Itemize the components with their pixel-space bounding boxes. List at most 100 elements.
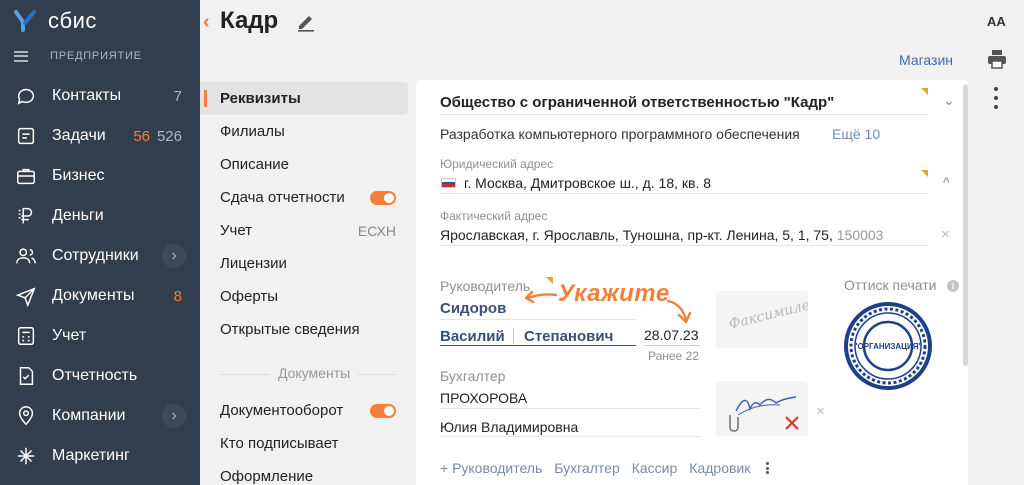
section-reporting[interactable]: Сдача отчетности <box>200 181 410 214</box>
director-patronymic[interactable]: Степанович <box>524 328 613 345</box>
more-dots-icon[interactable] <box>766 462 770 474</box>
field-corner-mark <box>546 277 553 284</box>
nav-label: Компании <box>52 407 126 424</box>
nav-item-business[interactable]: Бизнес <box>0 156 200 196</box>
info-icon[interactable]: i <box>947 280 959 292</box>
section-label: Реквизиты <box>220 90 301 107</box>
section-open-data[interactable]: Открытые сведения <box>200 313 410 346</box>
nav-item-accounting[interactable]: Учет <box>0 316 200 356</box>
location-icon <box>14 404 38 428</box>
people-icon <box>14 244 38 268</box>
director-firstname[interactable]: Василий <box>440 328 505 345</box>
arrow-down-icon <box>666 299 692 324</box>
stamp-image[interactable]: "ОРГАНИЗАЦИЯ" <box>843 301 933 391</box>
section-label: Документооборот <box>220 402 344 419</box>
back-button[interactable]: ‹ <box>203 11 210 34</box>
director-surname[interactable]: Сидоров <box>440 300 506 317</box>
stamp-text: "ОРГАНИЗАЦИЯ" <box>854 342 923 351</box>
edo-toggle[interactable] <box>370 403 396 418</box>
facsimile-placeholder[interactable]: Факсимиле <box>716 291 808 348</box>
org-switcher[interactable]: ПРЕДПРИЯТИЕ <box>14 50 142 62</box>
more-activities-link[interactable]: Ещё 10 <box>832 126 880 142</box>
logo[interactable]: сбис <box>12 8 97 34</box>
nav-label: Контакты <box>52 87 122 104</box>
nav-item-money[interactable]: Деньги <box>0 196 200 236</box>
nav-item-documents[interactable]: Документы 8 <box>0 276 200 316</box>
date-value[interactable]: 28.07.23 <box>644 327 699 343</box>
add-signers-links: + Руководитель Бухгалтер Кассир Кадровик <box>440 460 781 476</box>
earlier-link[interactable]: Ранее 22 <box>648 349 699 363</box>
section-signers[interactable]: Кто подписывает <box>200 427 410 460</box>
nav-item-companies[interactable]: Компании › <box>0 396 200 436</box>
printer-icon[interactable] <box>986 48 1008 70</box>
section-edo[interactable]: Документооборот <box>200 394 410 427</box>
company-name[interactable]: Общество с ограниченной ответственностью… <box>440 94 834 111</box>
facsimile-text: Факсимиле <box>727 297 808 333</box>
section-label: Кто подписывает <box>220 435 339 452</box>
scrollbar[interactable] <box>963 84 968 366</box>
tasks-icon <box>14 124 38 148</box>
tax-regime-value: ЕСХН <box>357 222 396 239</box>
sidebar: сбис ПРЕДПРИЯТИЕ Контакты 7 Задачи 56 52… <box>0 0 200 485</box>
section-branches[interactable]: Филиалы <box>200 115 410 148</box>
nav-item-employees[interactable]: Сотрудники › <box>0 236 200 276</box>
add-cashier-link[interactable]: Кассир <box>632 460 678 476</box>
nav-label: Задачи <box>52 127 106 144</box>
pencil-icon[interactable] <box>296 12 316 32</box>
nav-label: Отчетность <box>52 367 138 384</box>
field-underline <box>440 245 928 246</box>
nav-item-reporting[interactable]: Отчетность <box>0 356 200 396</box>
page-title: Кадр <box>220 7 279 34</box>
nav-badge: 7 <box>173 87 182 105</box>
menu-icon[interactable] <box>14 50 28 62</box>
nav-item-marketing[interactable]: Маркетинг <box>0 436 200 476</box>
section-design[interactable]: Оформление <box>200 460 410 485</box>
chevron-right-icon[interactable]: › <box>162 244 186 268</box>
nav-badge-new: 56 <box>133 127 150 145</box>
nav-item-tasks[interactable]: Задачи 56 526 <box>0 116 200 156</box>
arrow-left-icon <box>524 290 558 304</box>
reporting-toggle[interactable] <box>370 190 396 205</box>
field-corner-mark <box>921 170 928 177</box>
actual-address-value[interactable]: Ярославская, г. Ярославль, Туношна, пр-к… <box>440 227 883 243</box>
legal-address-value[interactable]: г. Москва, Дмитровское ш., д. 18, кв. 8 <box>464 175 711 191</box>
chevron-right-icon[interactable]: › <box>162 404 186 428</box>
section-label: Описание <box>220 156 290 173</box>
russia-flag-icon <box>441 178 456 188</box>
nav-item-contacts[interactable]: Контакты 7 <box>0 76 200 116</box>
accountant-name[interactable]: Юлия Владимировна <box>440 419 578 435</box>
calculator-icon <box>14 324 38 348</box>
section-label: Лицензии <box>220 255 287 272</box>
add-hr-link[interactable]: Кадровик <box>689 460 750 476</box>
section-label: Сдача отчетности <box>220 189 345 206</box>
section-label: Филиалы <box>220 123 285 140</box>
nav-badge: 8 <box>173 287 182 305</box>
more-menu-icon[interactable] <box>992 87 1000 109</box>
section-licenses[interactable]: Лицензии <box>200 247 410 280</box>
chevron-up-icon[interactable]: ^ <box>943 174 950 190</box>
nav-label: Маркетинг <box>52 447 130 464</box>
activity-text: Разработка компьютерного программного об… <box>440 126 800 142</box>
accountant-surname[interactable]: ПРОХОРОВА <box>440 390 527 406</box>
stamp-label: Оттиск печати <box>844 277 937 293</box>
shop-link[interactable]: Магазин <box>899 52 953 68</box>
section-offers[interactable]: Оферты <box>200 280 410 313</box>
add-accountant-link[interactable]: Бухгалтер <box>554 460 619 476</box>
section-requisites[interactable]: Реквизиты <box>200 82 408 115</box>
field-underline <box>440 193 928 194</box>
field-underline <box>440 114 928 115</box>
remove-signature-icon[interactable]: × <box>816 403 825 420</box>
signature-image[interactable] <box>716 381 808 436</box>
field-underline <box>440 436 700 437</box>
logo-icon <box>14 10 36 32</box>
chevron-down-icon[interactable]: ⌄ <box>943 92 955 109</box>
section-description[interactable]: Описание <box>200 148 410 181</box>
logo-text: сбис <box>48 8 97 33</box>
add-director-link[interactable]: + Руководитель <box>440 460 542 476</box>
field-underline <box>440 345 636 346</box>
section-accounting[interactable]: Учет ЕСХН <box>200 214 410 247</box>
font-size-toggle[interactable]: AA <box>987 14 1006 29</box>
field-underline <box>440 408 700 409</box>
section-menu: Реквизиты Филиалы Описание Сдача отчетно… <box>200 82 410 485</box>
clear-icon[interactable]: × <box>941 226 950 243</box>
